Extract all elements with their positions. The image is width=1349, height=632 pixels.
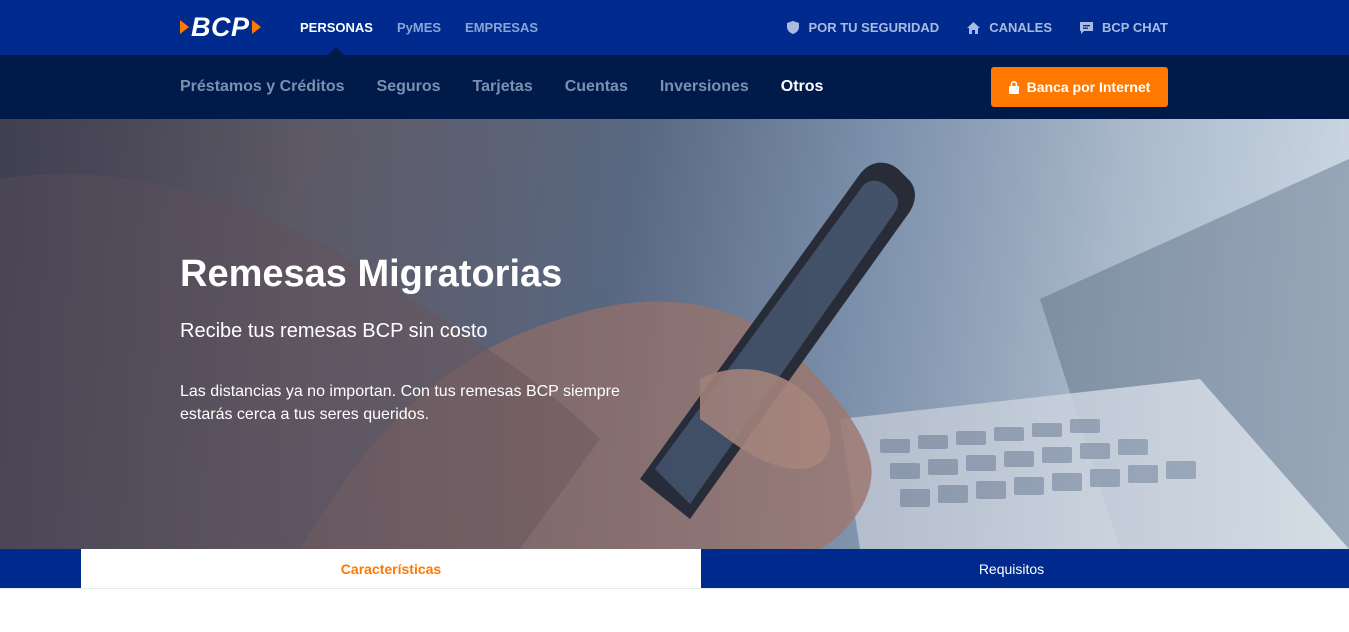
- bcp-logo[interactable]: BCP: [180, 12, 261, 42]
- tab-caracteristicas[interactable]: Características: [81, 549, 701, 588]
- hero-description: Las distancias ya no importan. Con tus r…: [180, 383, 620, 423]
- banca-por-internet-button[interactable]: Banca por Internet: [991, 67, 1168, 107]
- home-icon: [967, 21, 981, 34]
- nav-seguros[interactable]: Seguros: [377, 78, 441, 96]
- nav-cuentas[interactable]: Cuentas: [565, 78, 628, 96]
- util-canales-label: CANALES: [989, 20, 1053, 35]
- segment-pymes[interactable]: PyMES: [397, 0, 441, 55]
- utility-nav: POR TU SEGURIDAD CANALES BCP CHAT: [759, 0, 1168, 55]
- main-nav-items: Préstamos y Créditos Seguros Tarjetas Cu…: [180, 55, 855, 119]
- chat-icon: [1080, 21, 1094, 34]
- tab-requisitos[interactable]: Requisitos: [701, 549, 1322, 588]
- util-canales-link[interactable]: CANALES: [967, 20, 1052, 35]
- util-chat-label: BCP CHAT: [1102, 20, 1168, 35]
- lock-icon: [1008, 80, 1019, 94]
- nav-tarjetas[interactable]: Tarjetas: [473, 78, 533, 96]
- hero-subtitle: Recibe tus remesas BCP sin costo: [180, 320, 488, 342]
- segment-personas[interactable]: PERSONAS: [300, 0, 373, 55]
- nav-prestamos[interactable]: Préstamos y Créditos: [180, 78, 345, 96]
- logo-text: BCP: [191, 11, 250, 42]
- logo-right-chevron-icon: [251, 20, 261, 34]
- segment-empresas[interactable]: EMPRESAS: [465, 0, 538, 55]
- top-bar: BCP PERSONAS PyMES EMPRESAS POR TU SEGUR…: [0, 0, 1349, 55]
- util-seguridad-label: POR TU SEGURIDAD: [808, 20, 940, 35]
- hero-banner: Remesas Migratorias Recibe tus remesas B…: [0, 119, 1349, 549]
- nav-otros[interactable]: Otros: [781, 78, 824, 96]
- hero-title: Remesas Migratorias: [180, 253, 563, 295]
- logo-left-chevron-icon: [180, 20, 189, 34]
- util-chat-link[interactable]: BCP CHAT: [1080, 20, 1168, 35]
- tab-bar: Características Requisitos: [0, 549, 1349, 588]
- util-seguridad-link[interactable]: POR TU SEGURIDAD: [787, 20, 939, 35]
- banca-por-internet-label: Banca por Internet: [1026, 79, 1151, 95]
- nav-inversiones[interactable]: Inversiones: [660, 78, 749, 96]
- shield-icon: [787, 21, 800, 34]
- segment-nav: PERSONAS PyMES EMPRESAS: [300, 0, 562, 55]
- main-nav: Préstamos y Créditos Seguros Tarjetas Cu…: [0, 55, 1349, 119]
- divider: [0, 588, 1349, 589]
